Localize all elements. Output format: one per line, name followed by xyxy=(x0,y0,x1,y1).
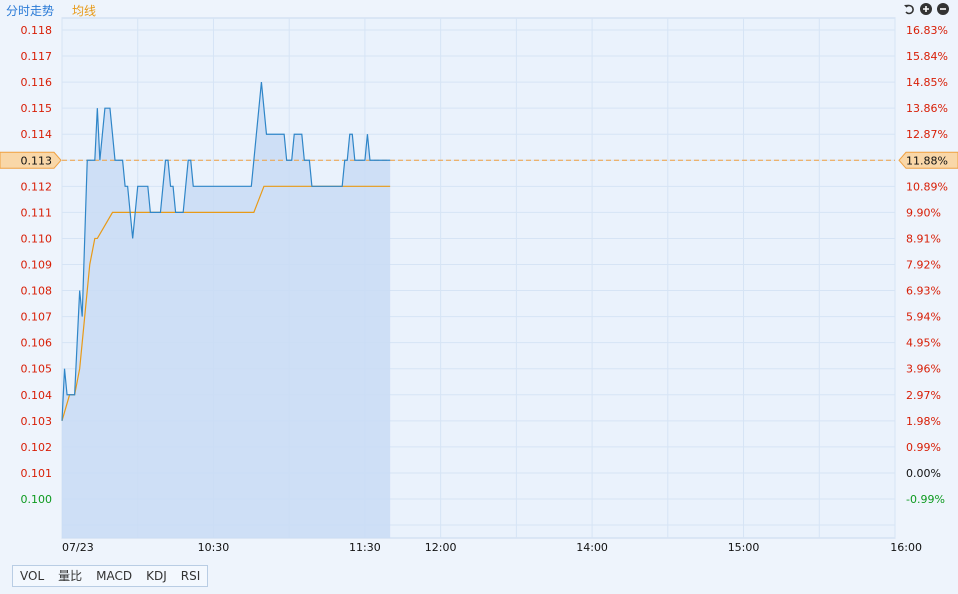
x-tick-label: 11:30 xyxy=(349,541,381,554)
y-tick-label: 0.109 xyxy=(21,259,53,272)
y-tick-label: 0.113 xyxy=(21,154,53,167)
x-tick-label: 16:00 xyxy=(890,541,922,554)
y-tick-label: 0.110 xyxy=(21,232,53,245)
y-tick-label: 0.101 xyxy=(21,467,53,480)
y-right-tick-label: 11.88% xyxy=(906,154,948,167)
y-tick-label: 0.118 xyxy=(21,24,53,37)
indicator-tab[interactable]: RSI xyxy=(174,566,208,586)
y-right-tick-label: -0.99% xyxy=(906,493,945,506)
x-tick-label: 07/23 xyxy=(62,541,94,554)
y-right-tick-label: 12.87% xyxy=(906,128,948,141)
indicator-tab[interactable]: MACD xyxy=(89,566,139,586)
y-right-tick-label: 0.99% xyxy=(906,441,941,454)
x-tick-label: 14:00 xyxy=(576,541,608,554)
y-tick-label: 0.103 xyxy=(21,415,53,428)
y-right-tick-label: 7.92% xyxy=(906,259,941,272)
y-tick-label: 0.117 xyxy=(21,50,53,63)
y-tick-label: 0.104 xyxy=(21,389,53,402)
y-right-tick-label: 2.97% xyxy=(906,389,941,402)
y-right-tick-label: 14.85% xyxy=(906,76,948,89)
indicator-tab[interactable]: VOL xyxy=(13,566,51,586)
y-right-tick-label: 3.96% xyxy=(906,363,941,376)
y-right-tick-label: 8.91% xyxy=(906,232,941,245)
intraday-chart: 0.118 16.83% 0.117 15.84% 0.116 14.85% 0.115 13… xyxy=(0,17,958,554)
x-tick-label: 10:30 xyxy=(198,541,230,554)
indicator-tabs: VOL 量比 MACD KDJ RSI xyxy=(12,565,209,587)
y-right-tick-label: 13.86% xyxy=(906,102,948,115)
x-tick-label: 15:00 xyxy=(728,541,760,554)
y-right-tick-label: 4.95% xyxy=(906,337,941,350)
y-tick-label: 0.105 xyxy=(21,363,53,376)
y-right-tick-label: 0.00% xyxy=(906,467,941,480)
y-tick-label: 0.116 xyxy=(21,76,53,89)
y-tick-label: 0.106 xyxy=(21,337,53,350)
y-tick-label: 0.108 xyxy=(21,285,53,298)
y-tick-label: 0.111 xyxy=(21,206,53,219)
y-tick-label: 0.100 xyxy=(21,493,53,506)
y-right-tick-label: 5.94% xyxy=(906,311,941,324)
y-tick-label: 0.107 xyxy=(21,311,53,324)
y-right-tick-label: 16.83% xyxy=(906,24,948,37)
indicator-tab[interactable]: KDJ xyxy=(139,566,174,586)
y-tick-label: 0.114 xyxy=(21,128,53,141)
y-right-tick-label: 9.90% xyxy=(906,206,941,219)
y-tick-label: 0.112 xyxy=(21,180,53,193)
indicator-tab[interactable]: 量比 xyxy=(51,566,89,586)
y-right-tick-label: 1.98% xyxy=(906,415,941,428)
y-tick-label: 0.102 xyxy=(21,441,53,454)
y-right-tick-label: 10.89% xyxy=(906,180,948,193)
x-tick-label: 12:00 xyxy=(425,541,457,554)
y-tick-label: 0.115 xyxy=(21,102,53,115)
y-right-tick-label: 15.84% xyxy=(906,50,948,63)
y-right-tick-label: 6.93% xyxy=(906,285,941,298)
